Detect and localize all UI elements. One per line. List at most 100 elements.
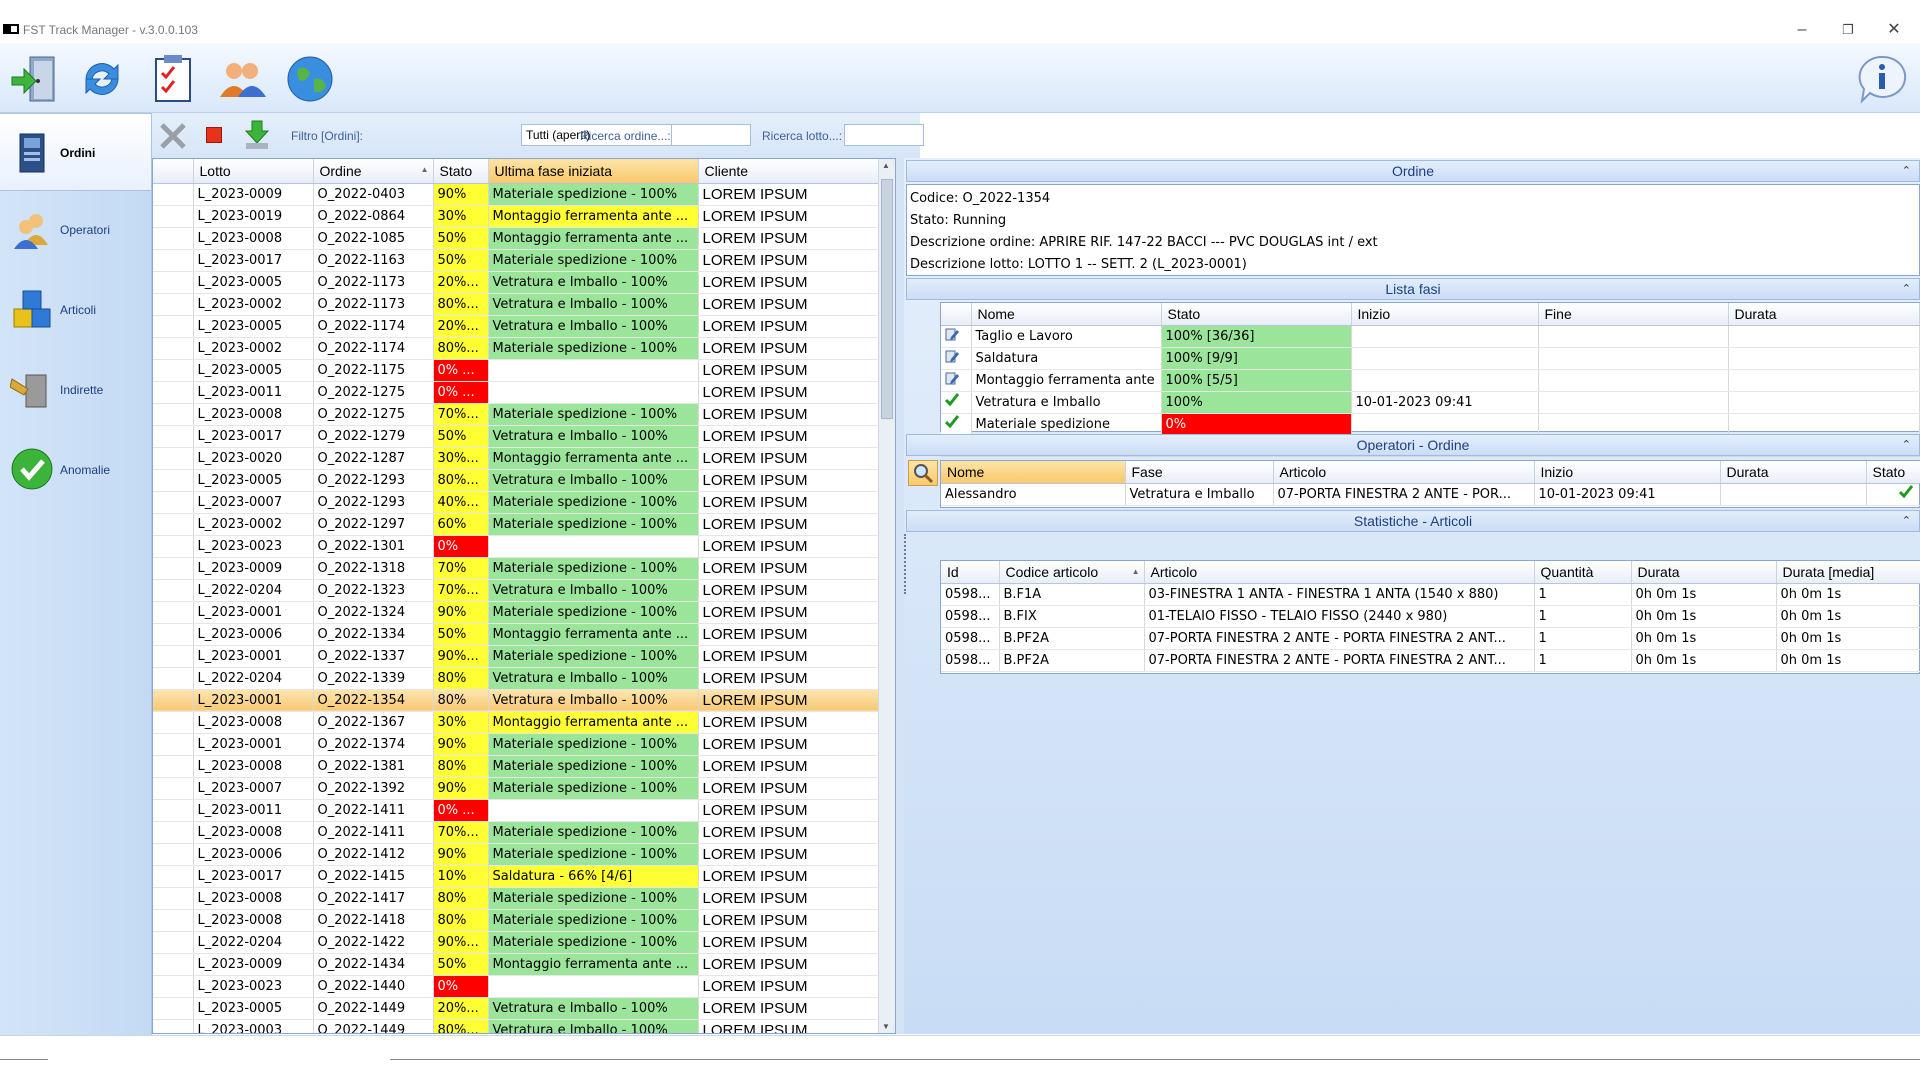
table-row[interactable]: L_2023-0002 O_2022-1297 60% Materiale spedi…	[153, 513, 879, 536]
column-header-nome[interactable]: Nome	[971, 303, 1162, 326]
column-header-lotto[interactable]: Lotto	[193, 159, 314, 184]
table-row[interactable]: L_2023-0005 O_2022-1293 80%... Vetratura e …	[153, 469, 879, 492]
table-row[interactable]: L_2023-0005 O_2022-1175 0% ... LOREM IPSUM	[153, 359, 879, 382]
column-header-id[interactable]: Id	[941, 561, 1000, 584]
nav-item-anomalie[interactable]: Anomalie	[0, 431, 152, 509]
column-header-articolo[interactable]: Articolo	[1144, 561, 1535, 584]
nav-item-indirette[interactable]: Indirette	[0, 351, 152, 429]
row-selector[interactable]	[153, 755, 194, 778]
column-header-cliente[interactable]: Cliente	[698, 159, 879, 184]
column-header-durata[interactable]: Durata	[1720, 461, 1867, 484]
table-row[interactable]: L_2022-0204 O_2022-1323 70%... Vetratura e …	[153, 579, 879, 602]
users-icon[interactable]	[216, 53, 268, 105]
collapse-icon[interactable]: ⌃	[1902, 511, 1911, 531]
column-header-articolo[interactable]: Articolo	[1273, 461, 1535, 484]
row-selector[interactable]	[153, 249, 194, 272]
table-row[interactable]: Materiale spedizione 0%	[941, 413, 1920, 436]
info-icon[interactable]	[1856, 53, 1908, 105]
table-row[interactable]: L_2023-0006 O_2022-1412 90% Materiale spedi…	[153, 843, 879, 866]
row-selector[interactable]	[153, 535, 194, 558]
table-row[interactable]: L_2023-0009 O_2022-1434 50% Montaggio ferra…	[153, 953, 879, 976]
row-selector[interactable]	[153, 425, 194, 448]
refresh-icon[interactable]	[76, 53, 128, 105]
row-selector[interactable]	[153, 205, 194, 228]
row-selector[interactable]	[153, 227, 194, 250]
table-row[interactable]: L_2023-0006 O_2022-1334 50% Montaggio ferra…	[153, 623, 879, 646]
table-row[interactable]: L_2023-0017 O_2022-1163 50% Materiale spedi…	[153, 249, 879, 272]
table-row[interactable]: Montaggio ferramenta ante 100% [5/5]	[941, 369, 1920, 392]
table-row[interactable]: 0598... B.PF2A 07-PORTA FINESTRA 2 ANTE - …	[941, 649, 1920, 672]
row-selector[interactable]	[153, 491, 194, 514]
row-selector[interactable]	[153, 183, 194, 206]
row-selector[interactable]	[153, 381, 194, 404]
row-selector[interactable]	[153, 271, 194, 294]
table-row[interactable]: L_2023-0017 O_2022-1279 50% Vetratura e Imb…	[153, 425, 879, 448]
row-selector[interactable]	[153, 579, 194, 602]
cancel-icon[interactable]	[158, 121, 188, 151]
table-row[interactable]: L_2023-0008 O_2022-1418 80% Materiale spedi…	[153, 909, 879, 932]
nav-item-operatori[interactable]: Operatori	[0, 191, 152, 269]
table-row[interactable]: L_2023-0001 O_2022-1324 90% Materiale spedi…	[153, 601, 879, 624]
row-selector[interactable]	[153, 887, 194, 910]
column-header-fase[interactable]: Fase	[1125, 461, 1274, 484]
row-selector[interactable]	[153, 337, 194, 360]
row-selector[interactable]	[153, 865, 194, 888]
table-row[interactable]: L_2023-0008 O_2022-1085 50% Montaggio ferra…	[153, 227, 879, 250]
column-header-durata[interactable]: Durata	[1728, 303, 1920, 326]
table-row[interactable]: 0598... B.PF2A 07-PORTA FINESTRA 2 ANTE - …	[941, 627, 1920, 650]
row-selector[interactable]	[153, 953, 194, 976]
scrollbar-thumb[interactable]	[881, 179, 893, 419]
table-row[interactable]: L_2023-0023 O_2022-1440 0% LOREM IPSUM	[153, 975, 879, 998]
row-selector[interactable]	[153, 843, 194, 866]
collapse-icon[interactable]: ⌃	[1902, 435, 1911, 455]
table-row[interactable]: L_2023-0001 O_2022-1337 90%... Materiale sp…	[153, 645, 879, 668]
row-selector[interactable]	[153, 975, 194, 998]
table-row[interactable]: L_2023-0023 O_2022-1301 0% LOREM IPSUM	[153, 535, 879, 558]
table-row[interactable]: L_2023-0002 O_2022-1173 80%... Vetratura e …	[153, 293, 879, 316]
column-header-codice[interactable]: Codice articolo ▲	[999, 561, 1145, 584]
exit-icon[interactable]	[8, 53, 60, 105]
column-header-nome[interactable]: Nome	[941, 461, 1126, 484]
row-selector[interactable]	[153, 711, 194, 734]
row-selector[interactable]	[153, 447, 194, 470]
table-row[interactable]: L_2023-0008 O_2022-1411 70%... Materiale sp…	[153, 821, 879, 844]
scroll-down-icon[interactable]: ▼	[882, 1022, 890, 1031]
row-selector[interactable]	[153, 601, 194, 624]
table-row[interactable]: L_2023-0009 O_2022-1318 70% Materiale spedi…	[153, 557, 879, 580]
minimize-button[interactable]: –	[1782, 18, 1822, 42]
collapse-icon[interactable]: ⌃	[1902, 161, 1911, 181]
table-row[interactable]: L_2023-0001 O_2022-1374 90% Materiale spedi…	[153, 733, 879, 756]
table-row[interactable]: L_2023-0003 O_2022-1449 80%... Vetratura e …	[153, 1019, 879, 1033]
table-row[interactable]: L_2023-0005 O_2022-1174 20%... Vetratura e …	[153, 315, 879, 338]
orders-scrollbar[interactable]: ▲ ▼	[878, 159, 895, 1033]
table-row[interactable]: 0598... B.FIX 01-TELAIO FISSO - TELAIO FIS…	[941, 605, 1920, 628]
table-row[interactable]: L_2023-0007 O_2022-1293 40%... Materiale sp…	[153, 491, 879, 514]
globe-icon[interactable]	[284, 53, 336, 105]
table-row[interactable]: L_2023-0008 O_2022-1275 70%... Materiale sp…	[153, 403, 879, 426]
table-row[interactable]: L_2023-0001 O_2022-1354 80% Vetratura e Imb…	[153, 689, 879, 712]
table-row[interactable]: L_2023-0008 O_2022-1417 80% Materiale spedi…	[153, 887, 879, 910]
close-button[interactable]: ✕	[1874, 18, 1914, 42]
row-selector[interactable]	[153, 645, 194, 668]
column-header-stato[interactable]: Stato	[433, 159, 489, 184]
table-row[interactable]: Saldatura 100% [9/9]	[941, 347, 1920, 370]
table-row[interactable]: 0598... B.F1A 03-FINESTRA 1 ANTA - FINESTR…	[941, 583, 1920, 606]
table-row[interactable]: L_2023-0011 O_2022-1275 0% ... LOREM IPSUM	[153, 381, 879, 404]
row-selector[interactable]	[153, 799, 194, 822]
collapse-icon[interactable]: ⌃	[1902, 279, 1911, 299]
table-row[interactable]: L_2023-0005 O_2022-1449 20%... Vetratura e …	[153, 997, 879, 1020]
statistiche-section-header[interactable]: Statistiche - Articoli ⌃	[906, 510, 1920, 532]
row-selector[interactable]	[153, 469, 194, 492]
ordine-section-header[interactable]: Ordine ⌃	[906, 160, 1920, 182]
table-row[interactable]: L_2023-0002 O_2022-1174 80%... Materiale sp…	[153, 337, 879, 360]
table-row[interactable]: L_2023-0019 O_2022-0864 30% Montaggio ferra…	[153, 205, 879, 228]
row-selector[interactable]	[153, 513, 194, 536]
table-row[interactable]: L_2023-0005 O_2022-1173 20%... Vetratura e …	[153, 271, 879, 294]
table-row[interactable]: L_2023-0008 O_2022-1367 30% Montaggio ferra…	[153, 711, 879, 734]
restore-button[interactable]: ❐	[1828, 18, 1868, 42]
nav-item-ordini[interactable]: Ordini	[0, 113, 152, 191]
row-selector[interactable]	[153, 931, 194, 954]
column-header-inizio[interactable]: Inizio	[1534, 461, 1721, 484]
row-selector[interactable]	[153, 909, 194, 932]
row-selector[interactable]	[153, 623, 194, 646]
